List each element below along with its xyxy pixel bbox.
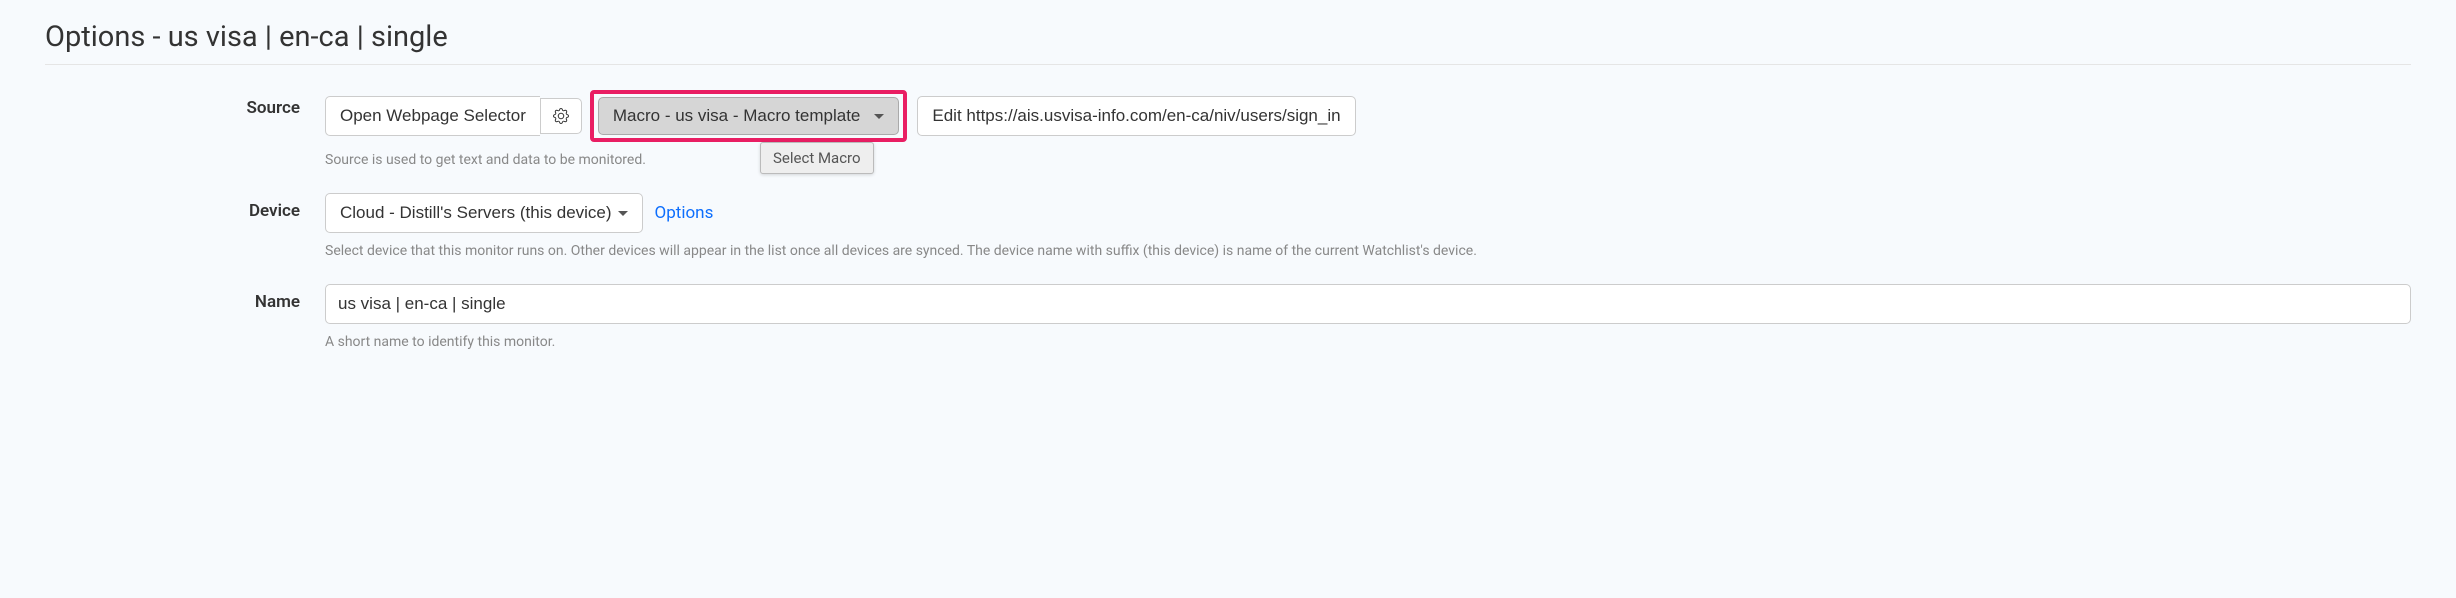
open-webpage-selector-label: Open Webpage Selector bbox=[340, 106, 526, 126]
source-label: Source bbox=[247, 98, 300, 118]
device-label: Device bbox=[249, 201, 300, 221]
source-row: Source Open Webpage Selector Macro - us … bbox=[45, 90, 2411, 168]
macro-dropdown-button[interactable]: Macro - us visa - Macro template bbox=[598, 97, 900, 135]
divider bbox=[45, 64, 2411, 65]
name-label-col: Name bbox=[45, 284, 325, 312]
open-webpage-selector-button[interactable]: Open Webpage Selector bbox=[325, 96, 540, 136]
edit-url-button[interactable]: Edit https://ais.usvisa-info.com/en-ca/n… bbox=[917, 96, 1355, 136]
chevron-down-icon bbox=[618, 211, 628, 216]
chevron-down-icon bbox=[874, 114, 884, 119]
device-help: Select device that this monitor runs on.… bbox=[325, 243, 2411, 259]
macro-highlight-box: Macro - us visa - Macro template bbox=[590, 90, 908, 142]
device-dropdown-button[interactable]: Cloud - Distill's Servers (this device) bbox=[325, 193, 643, 233]
macro-dropdown-label: Macro - us visa - Macro template bbox=[613, 106, 861, 126]
page-title: Options - us visa | en-ca | single bbox=[45, 20, 2411, 54]
name-label: Name bbox=[255, 292, 300, 312]
source-field-col: Open Webpage Selector Macro - us visa - … bbox=[325, 90, 2411, 168]
device-dropdown-label: Cloud - Distill's Servers (this device) bbox=[340, 203, 612, 223]
macro-tooltip: Select Macro bbox=[760, 142, 874, 174]
source-btn-row: Open Webpage Selector Macro - us visa - … bbox=[325, 90, 2411, 142]
device-field-col: Cloud - Distill's Servers (this device) … bbox=[325, 193, 2411, 259]
edit-url-label: Edit https://ais.usvisa-info.com/en-ca/n… bbox=[932, 106, 1340, 126]
device-label-col: Device bbox=[45, 193, 325, 221]
source-settings-button[interactable] bbox=[540, 98, 582, 134]
device-row: Device Cloud - Distill's Servers (this d… bbox=[45, 193, 2411, 259]
name-input[interactable] bbox=[325, 284, 2411, 324]
name-field-col: A short name to identify this monitor. bbox=[325, 284, 2411, 350]
device-options-link[interactable]: Options bbox=[655, 203, 714, 223]
name-help: A short name to identify this monitor. bbox=[325, 334, 2411, 350]
name-row: Name A short name to identify this monit… bbox=[45, 284, 2411, 350]
device-btn-row: Cloud - Distill's Servers (this device) … bbox=[325, 193, 2411, 233]
gear-icon bbox=[553, 108, 569, 124]
source-label-col: Source bbox=[45, 90, 325, 118]
source-help: Source is used to get text and data to b… bbox=[325, 152, 2411, 168]
